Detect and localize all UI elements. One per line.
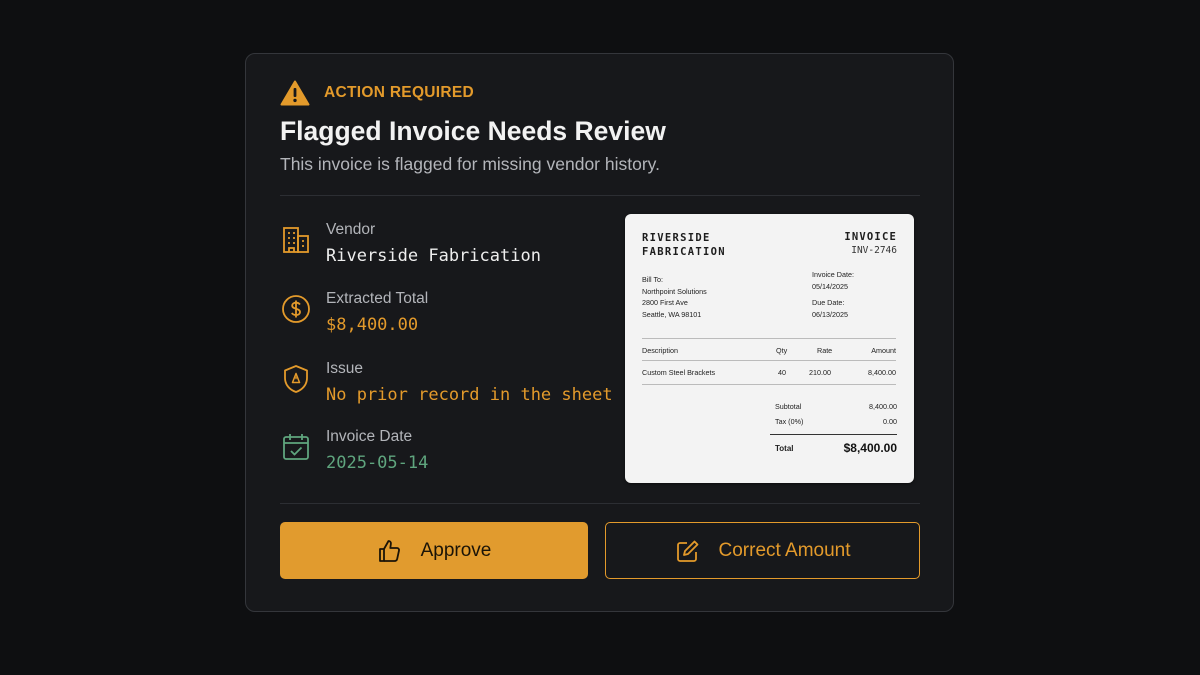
- tax-label: Tax (0%): [775, 417, 804, 426]
- col-qty: Qty: [776, 346, 788, 355]
- bill-to-city: Seattle, WA 98101: [642, 309, 702, 319]
- approve-label: Approve: [420, 539, 492, 561]
- total-rule: [770, 434, 897, 435]
- invoice-date-field: Invoice Date 2025-05-14: [280, 427, 428, 475]
- item-description: Custom Steel Brackets: [642, 368, 716, 377]
- divider-top: [280, 195, 920, 196]
- invoice-date-value: 2025-05-14: [326, 453, 429, 473]
- issue-label: Issue: [326, 360, 364, 377]
- due-date-text: 06/13/2025: [812, 309, 848, 319]
- edit-icon: [676, 540, 698, 562]
- invoice-rule-1: [642, 338, 896, 339]
- total-label: Total: [775, 444, 794, 453]
- bill-to-label: Bill To:: [642, 275, 664, 284]
- correct-amount-button[interactable]: Correct Amount: [605, 522, 920, 579]
- col-rate: Rate: [817, 346, 833, 355]
- vendor-label: Vendor: [326, 221, 376, 238]
- invoice-vendor-line2: FABRICATION: [642, 246, 726, 258]
- col-amount: Amount: [871, 346, 896, 355]
- bill-to-block: Bill To: Northpoint Solutions 2800 First…: [642, 274, 707, 320]
- total-value: $8,400.00: [843, 441, 897, 455]
- vendor-field: Vendor Riverside Fabrication: [280, 220, 541, 268]
- warning-triangle-icon: [280, 80, 310, 106]
- page-title: Flagged Invoice Needs Review: [280, 116, 666, 146]
- item-amount: 8,400.00: [868, 368, 896, 377]
- invoice-rule-3: [642, 384, 896, 385]
- shield-alert-icon: [284, 365, 308, 393]
- invoice-date-heading: Invoice Date:: [812, 270, 854, 279]
- subtotal-value: 8,400.00: [869, 402, 897, 411]
- invoice-vendor-line1: RIVERSIDE: [642, 232, 711, 244]
- page-subtitle: This invoice is flagged for missing vend…: [280, 154, 660, 174]
- due-date-heading: Due Date:: [812, 298, 845, 307]
- issue-value: No prior record in the sheet: [326, 385, 613, 405]
- table-row: Custom Steel Brackets 40 210.00 8,400.00: [642, 368, 896, 380]
- calendar-check-icon: [283, 434, 309, 460]
- dates-block: Invoice Date: 05/14/2025 Due Date: 06/13…: [812, 269, 854, 320]
- invoice-number: INV-2746: [851, 245, 897, 256]
- extracted-total-label: Extracted Total: [326, 290, 429, 307]
- invoice-date-text: 05/14/2025: [812, 281, 848, 291]
- review-card: ACTION REQUIRED Flagged Invoice Needs Re…: [245, 53, 954, 612]
- issue-field: Issue No prior record in the sheet: [280, 359, 613, 407]
- invoice-heading: INVOICE: [844, 231, 897, 243]
- col-description: Description: [642, 346, 678, 355]
- item-qty: 40: [778, 368, 786, 377]
- invoice-date-label: Invoice Date: [326, 428, 413, 445]
- item-rate: 210.00: [809, 368, 831, 377]
- dollar-circle-icon: [282, 295, 310, 323]
- alert-header: ACTION REQUIRED: [280, 80, 474, 106]
- approve-button[interactable]: Approve: [280, 522, 588, 579]
- subtotal-label: Subtotal: [775, 402, 802, 411]
- action-required-label: ACTION REQUIRED: [324, 84, 475, 101]
- invoice-table-header: Description Qty Rate Amount: [642, 346, 896, 358]
- divider-bottom: [280, 503, 920, 504]
- extracted-total-field: Extracted Total $8,400.00: [280, 289, 428, 337]
- bill-to-street: 2800 First Ave: [642, 298, 688, 307]
- extracted-total-value: $8,400.00: [326, 315, 419, 335]
- correct-amount-label: Correct Amount: [718, 539, 851, 561]
- thumbs-up-icon: [378, 539, 400, 562]
- invoice-vendor-name: RIVERSIDE FABRICATION: [642, 231, 772, 259]
- invoice-rule-2: [642, 360, 896, 361]
- tax-value: 0.00: [883, 417, 897, 426]
- building-icon: [283, 227, 309, 253]
- vendor-value: Riverside Fabrication: [326, 246, 541, 266]
- bill-to-name: Northpoint Solutions: [642, 286, 707, 296]
- invoice-preview[interactable]: RIVERSIDE FABRICATION INVOICE INV-2746 B…: [625, 214, 914, 483]
